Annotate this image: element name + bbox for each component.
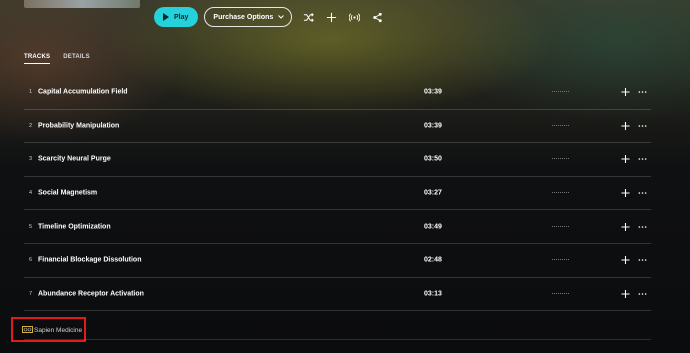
track-row[interactable]: 1 Capital Accumulation Field 03:39 <box>24 76 651 110</box>
ellipsis-icon[interactable] <box>638 189 647 198</box>
plus-icon[interactable] <box>621 88 630 97</box>
plus-icon[interactable] <box>621 189 630 198</box>
cast-button[interactable] <box>347 10 361 24</box>
ellipsis-icon[interactable] <box>638 155 647 164</box>
tab-tracks[interactable]: TRACKS <box>24 54 51 64</box>
track-divider <box>552 225 569 228</box>
track-number: 2 <box>29 122 33 129</box>
track-divider <box>552 259 569 261</box>
track-divider <box>552 292 569 295</box>
track-number: 4 <box>29 190 33 197</box>
track-row[interactable]: 7 Abundance Receptor Activation 03:13 <box>24 278 651 312</box>
track-row[interactable]: 2 Probability Manipulation 03:39 <box>24 110 651 144</box>
ellipsis-icon[interactable] <box>638 222 647 231</box>
action-bar: Play Purchase Options <box>154 7 384 27</box>
track-title[interactable]: Abundance Receptor Activation <box>38 290 144 297</box>
record-label-name[interactable]: Sapien Medicine <box>34 327 82 334</box>
track-title[interactable]: Scarcity Neural Purge <box>38 156 111 163</box>
track-duration: 03:13 <box>424 290 442 298</box>
play-icon <box>163 13 169 21</box>
tab-bar: TRACKS DETAILS <box>24 54 90 64</box>
track-list: 1 Capital Accumulation Field 03:39 2 Pro… <box>24 76 651 312</box>
track-number: 7 <box>29 290 33 297</box>
track-duration: 03:49 <box>424 223 442 231</box>
track-number: 5 <box>29 223 33 230</box>
track-divider <box>552 91 569 93</box>
plus-icon <box>326 12 336 22</box>
track-row[interactable]: 3 Scarcity Neural Purge 03:50 <box>24 143 651 177</box>
plus-icon[interactable] <box>621 256 630 265</box>
ellipsis-icon[interactable] <box>638 88 647 97</box>
ellipsis-icon[interactable] <box>638 121 647 130</box>
track-row[interactable]: 5 Timeline Optimization 03:49 <box>24 210 651 244</box>
track-number: 1 <box>29 89 33 96</box>
plus-icon[interactable] <box>621 121 630 130</box>
add-to-library-button[interactable] <box>324 10 338 24</box>
ellipsis-icon[interactable] <box>638 289 647 298</box>
track-duration: 03:27 <box>424 189 442 197</box>
plus-icon[interactable] <box>621 222 630 231</box>
footer-divider <box>24 339 651 340</box>
track-number: 3 <box>29 156 33 163</box>
track-title[interactable]: Probability Manipulation <box>38 122 119 129</box>
plus-icon[interactable] <box>621 289 630 298</box>
purchase-options-button[interactable]: Purchase Options <box>204 7 293 27</box>
track-title[interactable]: Social Magnetism <box>38 190 97 197</box>
track-row[interactable]: 6 Financial Blockage Dissolution 02:48 <box>24 244 651 278</box>
track-title[interactable]: Capital Accumulation Field <box>38 89 128 96</box>
track-duration: 03:50 <box>424 155 442 163</box>
track-title[interactable]: Financial Blockage Dissolution <box>38 257 141 264</box>
shuffle-button[interactable] <box>301 10 315 24</box>
tab-details[interactable]: DETAILS <box>63 54 90 64</box>
share-button[interactable] <box>370 10 384 24</box>
album-art[interactable] <box>24 0 140 8</box>
track-title[interactable]: Timeline Optimization <box>38 223 111 230</box>
track-number: 6 <box>29 257 33 264</box>
track-divider <box>552 124 569 127</box>
play-button[interactable]: Play <box>154 7 199 27</box>
broadcast-icon <box>348 12 360 22</box>
plus-icon[interactable] <box>621 155 630 164</box>
ellipsis-icon[interactable] <box>638 256 647 265</box>
label-logo-icon <box>22 326 33 333</box>
purchase-options-label: Purchase Options <box>213 13 274 21</box>
track-duration: 03:39 <box>424 122 442 130</box>
track-divider <box>552 158 569 160</box>
share-icon <box>373 12 382 22</box>
track-divider <box>552 192 569 194</box>
chevron-down-icon <box>278 15 285 19</box>
shuffle-icon <box>303 12 314 22</box>
track-row[interactable]: 4 Social Magnetism 03:27 <box>24 177 651 211</box>
play-button-label: Play <box>174 13 189 21</box>
track-duration: 03:39 <box>424 88 442 96</box>
track-duration: 02:48 <box>424 256 442 264</box>
